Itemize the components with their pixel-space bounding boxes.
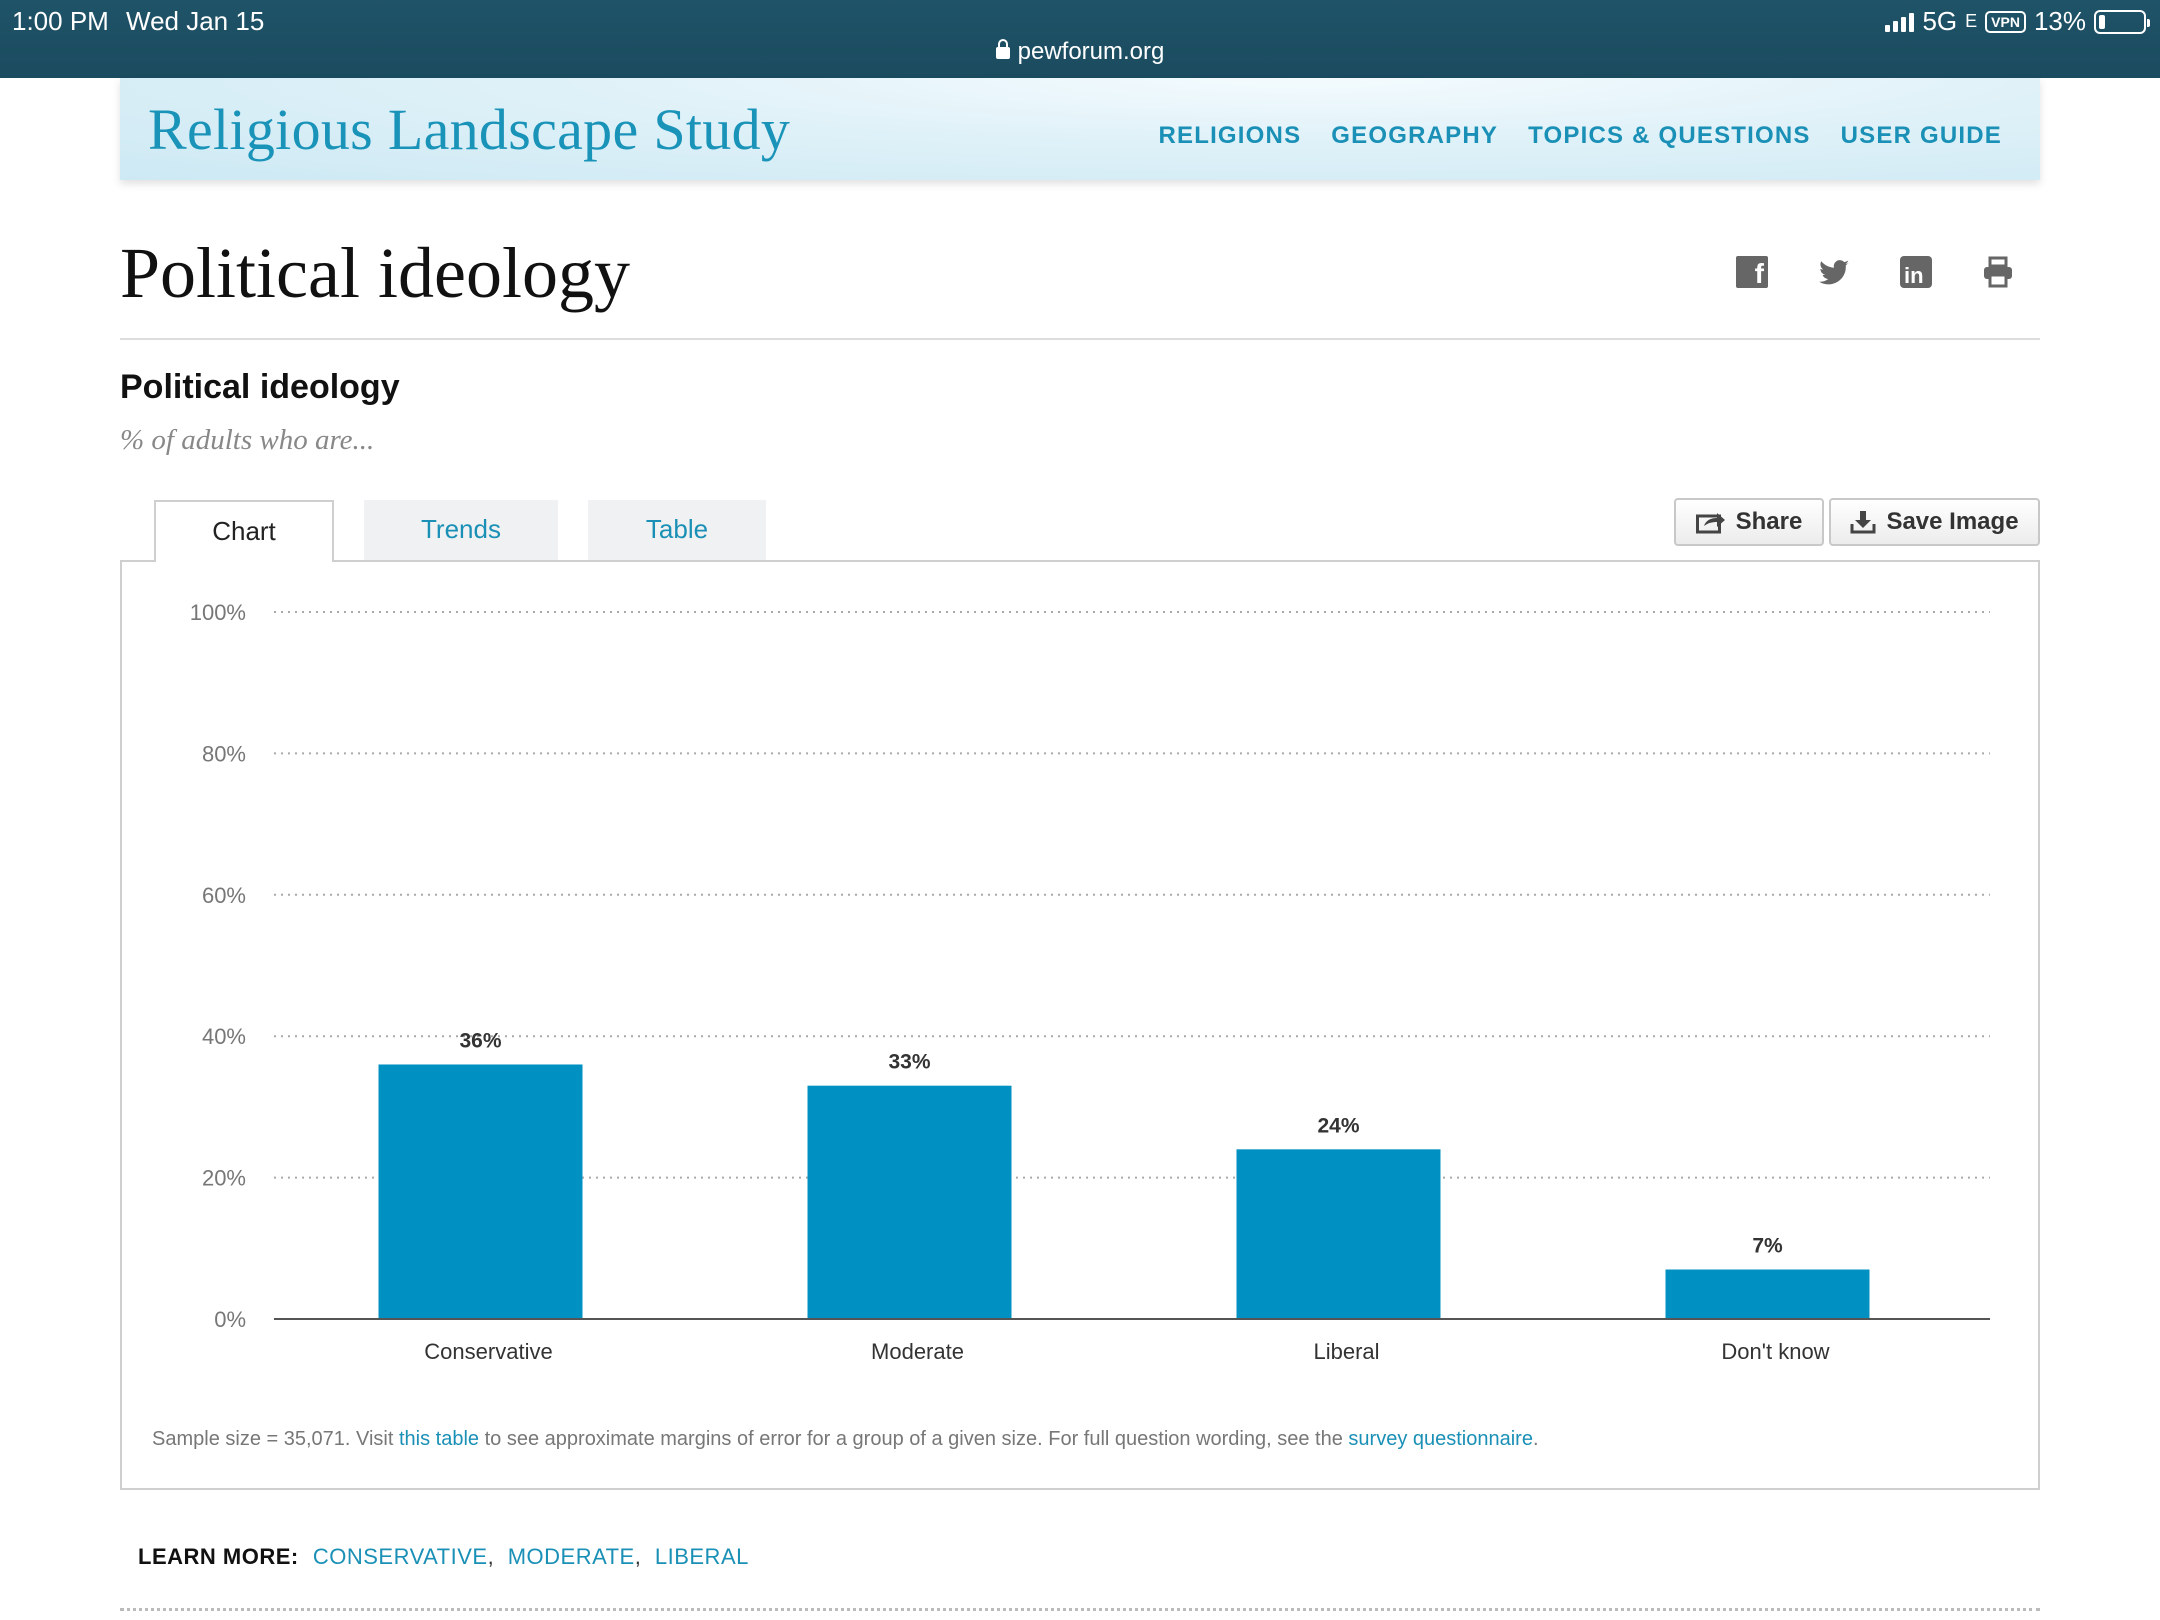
chart-subtitle: % of adults who are... [120,424,375,456]
network-label: 5G [1922,6,1958,36]
x-category-label: Moderate [871,1339,964,1364]
chart-title: Political ideology [120,368,400,406]
bar-chart: 0% 20% 40% 60% 80% 100% 36% Conservative 33% Mode… [190,600,1990,1364]
bottom-divider [120,1608,2040,1611]
y-tick-label: 60% [202,883,246,908]
nav-religions[interactable]: RELIGIONS [1158,122,1301,150]
y-tick-label: 20% [202,1166,246,1191]
tab-chart[interactable]: Chart [154,500,334,562]
url-text: pewforum.org [1017,38,1165,65]
bar [1236,1149,1441,1319]
site-header: Religious Landscape Study RELIGIONS GEOG… [120,78,2040,180]
bar-value-label: 33% [888,1051,930,1074]
save-image-label: Save Image [1886,508,2019,535]
y-tick-label: 100% [190,600,246,625]
learn-more-liberal[interactable]: LIBERAL [655,1544,749,1569]
twitter-icon[interactable] [1818,256,1850,288]
bar [1665,1269,1870,1319]
note-middle: to see approximate margins of error for … [479,1428,1349,1450]
learn-more-bar: LEARN MORE: CONSERVATIVE, MODERATE, LIBERA… [138,1544,749,1570]
bar-value-label: 7% [1752,1235,1783,1258]
address-bar[interactable]: pewforum.org [0,38,2160,66]
linkedin-icon[interactable]: in [1900,256,1932,288]
bar-value-label: 36% [459,1029,501,1052]
nav-geography[interactable]: GEOGRAPHY [1331,122,1498,150]
status-right: 5G E VPN 13% [1885,6,2150,37]
learn-more-label: LEARN MORE: [138,1544,299,1569]
battery-icon [2094,9,2150,34]
note-prefix: Sample size = 35,071. Visit [152,1428,399,1450]
bar-value-label: 24% [1317,1114,1359,1137]
battery-percent: 13% [2033,6,2086,36]
learn-more-conservative[interactable]: CONSERVATIVE [313,1544,488,1569]
tab-table[interactable]: Table [588,500,766,560]
sample-size-note: Sample size = 35,071. Visit this table t… [152,1428,1539,1451]
print-icon[interactable] [1982,256,2014,288]
signal-icon [1885,12,1915,32]
social-share-bar: f in [1736,256,2014,288]
note-suffix: . [1532,1428,1539,1450]
save-image-button[interactable]: Save Image [1829,498,2040,546]
nav-topics-questions[interactable]: TOPICS & QUESTIONS [1528,122,1811,150]
main-nav: RELIGIONS GEOGRAPHY TOPICS & QUESTIONS U… [1158,122,2002,150]
site-title-link[interactable]: Religious Landscape Study [148,96,790,163]
share-icon [1695,513,1725,534]
x-category-label: Liberal [1313,1339,1379,1364]
y-tick-label: 0% [214,1307,246,1332]
share-label: Share [1735,508,1803,535]
facebook-icon[interactable]: f [1736,256,1768,288]
page-title: Political ideology [120,233,630,313]
vpn-badge: VPN [1985,10,2026,33]
title-divider [120,338,2040,340]
download-icon [1850,511,1876,534]
status-date: Wed Jan 15 [126,6,265,36]
nav-user-guide[interactable]: USER GUIDE [1841,122,2002,150]
separator: , [487,1544,494,1569]
chart-panel: 0% 20% 40% 60% 80% 100% 36% Conservative 33% Mode… [120,560,2040,1490]
bar [378,1064,583,1319]
lock-icon [995,39,1010,59]
separator: , [634,1544,641,1569]
y-tick-label: 40% [202,1024,246,1049]
status-time: 1:00 PM [12,6,109,36]
x-category-label: Conservative [424,1339,552,1364]
tab-trends[interactable]: Trends [364,500,558,560]
share-button[interactable]: Share [1674,498,1824,546]
x-category-label: Don't know [1721,1339,1829,1364]
y-tick-label: 80% [202,741,246,766]
ios-status-bar: 1:00 PM Wed Jan 15 5G E VPN 13% pewforum… [0,0,2160,78]
survey-questionnaire-link[interactable]: survey questionnaire [1348,1428,1533,1450]
margin-error-table-link[interactable]: this table [399,1428,479,1450]
network-suffix: E [1965,11,1978,31]
bar [807,1085,1012,1319]
learn-more-moderate[interactable]: MODERATE [508,1544,635,1569]
